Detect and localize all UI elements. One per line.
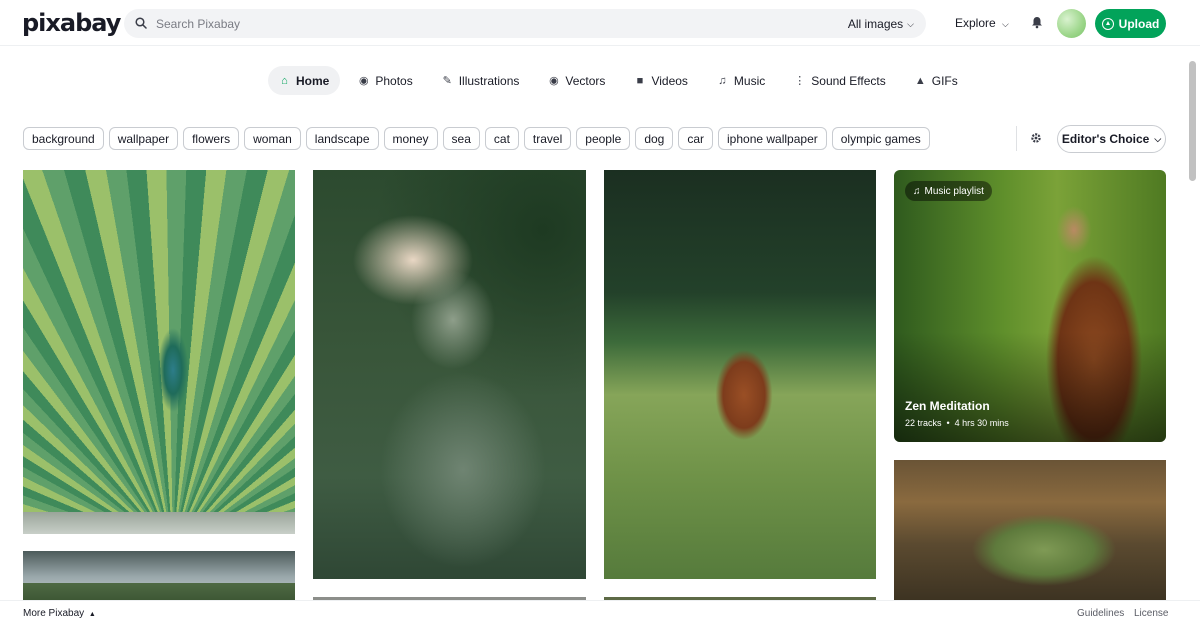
upload-label: Upload xyxy=(1118,16,1160,31)
tab-vectors[interactable]: ◉ Vectors xyxy=(537,66,616,95)
tag-chip[interactable]: woman xyxy=(244,127,301,150)
image-type-dropdown[interactable]: All images ⌵ xyxy=(848,17,914,31)
tab-photos[interactable]: ◉ Photos xyxy=(347,66,423,95)
tab-label: Vectors xyxy=(565,73,606,88)
top-header: pixabay All images⌵ Explore ⌵ Upload xyxy=(0,0,1200,46)
tag-chip[interactable]: travel xyxy=(523,127,572,150)
explore-label: Explore xyxy=(955,16,996,30)
tab-videos[interactable]: ■ Videos xyxy=(623,66,698,95)
caret-up-icon: ▲ xyxy=(88,611,96,618)
chevron-down-icon: ⌵ xyxy=(1154,133,1162,144)
separator-dot: • xyxy=(946,418,950,428)
media-type-tabs: ⌂ Home ◉ Photos ✎ Illustrations ◉ Vector… xyxy=(268,66,976,95)
scrollbar[interactable] xyxy=(1189,61,1196,181)
tab-label: Photos xyxy=(375,73,413,88)
tag-chip[interactable]: iphone wallpaper xyxy=(718,127,827,150)
tag-chip[interactable]: money xyxy=(383,127,438,150)
music-note-icon: ♫ xyxy=(718,74,727,87)
tab-label: Illustrations xyxy=(458,73,520,88)
tab-label: Videos xyxy=(651,73,688,88)
tab-sound-effects[interactable]: ⋮ Sound Effects xyxy=(783,66,897,95)
track-count: 22 tracks xyxy=(905,418,942,428)
more-pixabay-menu[interactable]: More Pixabay ▲ xyxy=(23,608,96,619)
bell-icon[interactable] xyxy=(1031,16,1043,29)
image-buddha-statue[interactable] xyxy=(313,170,586,579)
tab-home[interactable]: ⌂ Home xyxy=(268,66,341,95)
upload-icon xyxy=(1101,17,1114,30)
search-icon xyxy=(135,17,147,29)
image-mountains[interactable] xyxy=(23,551,295,601)
tag-chip[interactable]: landscape xyxy=(305,127,379,150)
search-bar[interactable]: All images⌵ xyxy=(124,9,926,38)
image-peacock[interactable] xyxy=(23,170,295,534)
sort-dropdown[interactable]: Editor's Choice ⌵ xyxy=(1057,125,1166,153)
playlist-duration: 4 hrs 30 mins xyxy=(954,418,1009,428)
tag-chip[interactable]: dog xyxy=(635,127,674,150)
brush-icon: ✎ xyxy=(442,75,452,87)
image-brown-dog[interactable] xyxy=(604,170,876,579)
badge-label: Music playlist xyxy=(924,185,984,197)
playlist-title: Zen Meditation xyxy=(905,399,990,413)
tag-chip[interactable]: cat xyxy=(484,127,519,150)
upload-button[interactable]: Upload xyxy=(1095,9,1166,38)
pixabay-logo[interactable]: pixabay xyxy=(22,9,121,37)
tag-chip[interactable]: wallpaper xyxy=(108,127,179,150)
image-type-label: All images xyxy=(847,17,904,31)
image-iguana[interactable] xyxy=(894,460,1166,600)
license-link[interactable]: License xyxy=(1134,608,1168,619)
tab-label: Home xyxy=(296,73,330,88)
music-note-icon: ♫ xyxy=(913,185,921,197)
camera-icon: ◉ xyxy=(359,75,369,87)
guidelines-link[interactable]: Guidelines xyxy=(1077,608,1124,619)
tag-chip[interactable]: sea xyxy=(442,127,480,150)
home-icon: ⌂ xyxy=(281,74,288,87)
flame-icon: ▲ xyxy=(914,74,926,87)
tag-chip[interactable]: olympic games xyxy=(831,127,930,150)
tag-list: background wallpaper flowers woman lands… xyxy=(23,127,935,150)
waveform-icon: ⋮ xyxy=(794,75,806,87)
tab-label: Sound Effects xyxy=(811,73,886,88)
tag-chip[interactable]: background xyxy=(23,127,104,150)
gear-icon[interactable] xyxy=(1030,132,1042,144)
tab-music[interactable]: ♫ Music xyxy=(706,66,776,95)
tag-chip[interactable]: flowers xyxy=(183,127,240,150)
tab-label: Music xyxy=(733,73,766,88)
explore-menu[interactable]: Explore ⌵ xyxy=(955,16,1009,30)
pen-nib-icon: ◉ xyxy=(549,75,559,87)
tab-label: GIFs xyxy=(931,73,958,88)
playlist-badge: ♫ Music playlist xyxy=(905,181,992,201)
footer-bar: More Pixabay ▲ Guidelines License xyxy=(0,600,1200,625)
sort-label: Editor's Choice xyxy=(1061,132,1150,146)
chevron-down-icon: ⌵ xyxy=(1002,19,1009,29)
tab-gifs[interactable]: ▲ GIFs xyxy=(904,66,969,95)
playlist-meta: 22 tracks • 4 hrs 30 mins xyxy=(905,418,1009,428)
tag-chip[interactable]: people xyxy=(576,127,631,150)
music-playlist-card[interactable]: ♫ Music playlist Zen Meditation 22 track… xyxy=(894,170,1166,442)
tab-illustrations[interactable]: ✎ Illustrations xyxy=(431,66,531,95)
toolbar-divider xyxy=(1016,126,1017,151)
search-input[interactable] xyxy=(156,13,816,34)
avatar[interactable] xyxy=(1057,9,1086,38)
video-icon: ■ xyxy=(636,74,644,87)
chevron-down-icon: ⌵ xyxy=(907,19,914,29)
more-pixabay-label: More Pixabay xyxy=(23,608,85,619)
tag-chip[interactable]: car xyxy=(678,127,714,150)
